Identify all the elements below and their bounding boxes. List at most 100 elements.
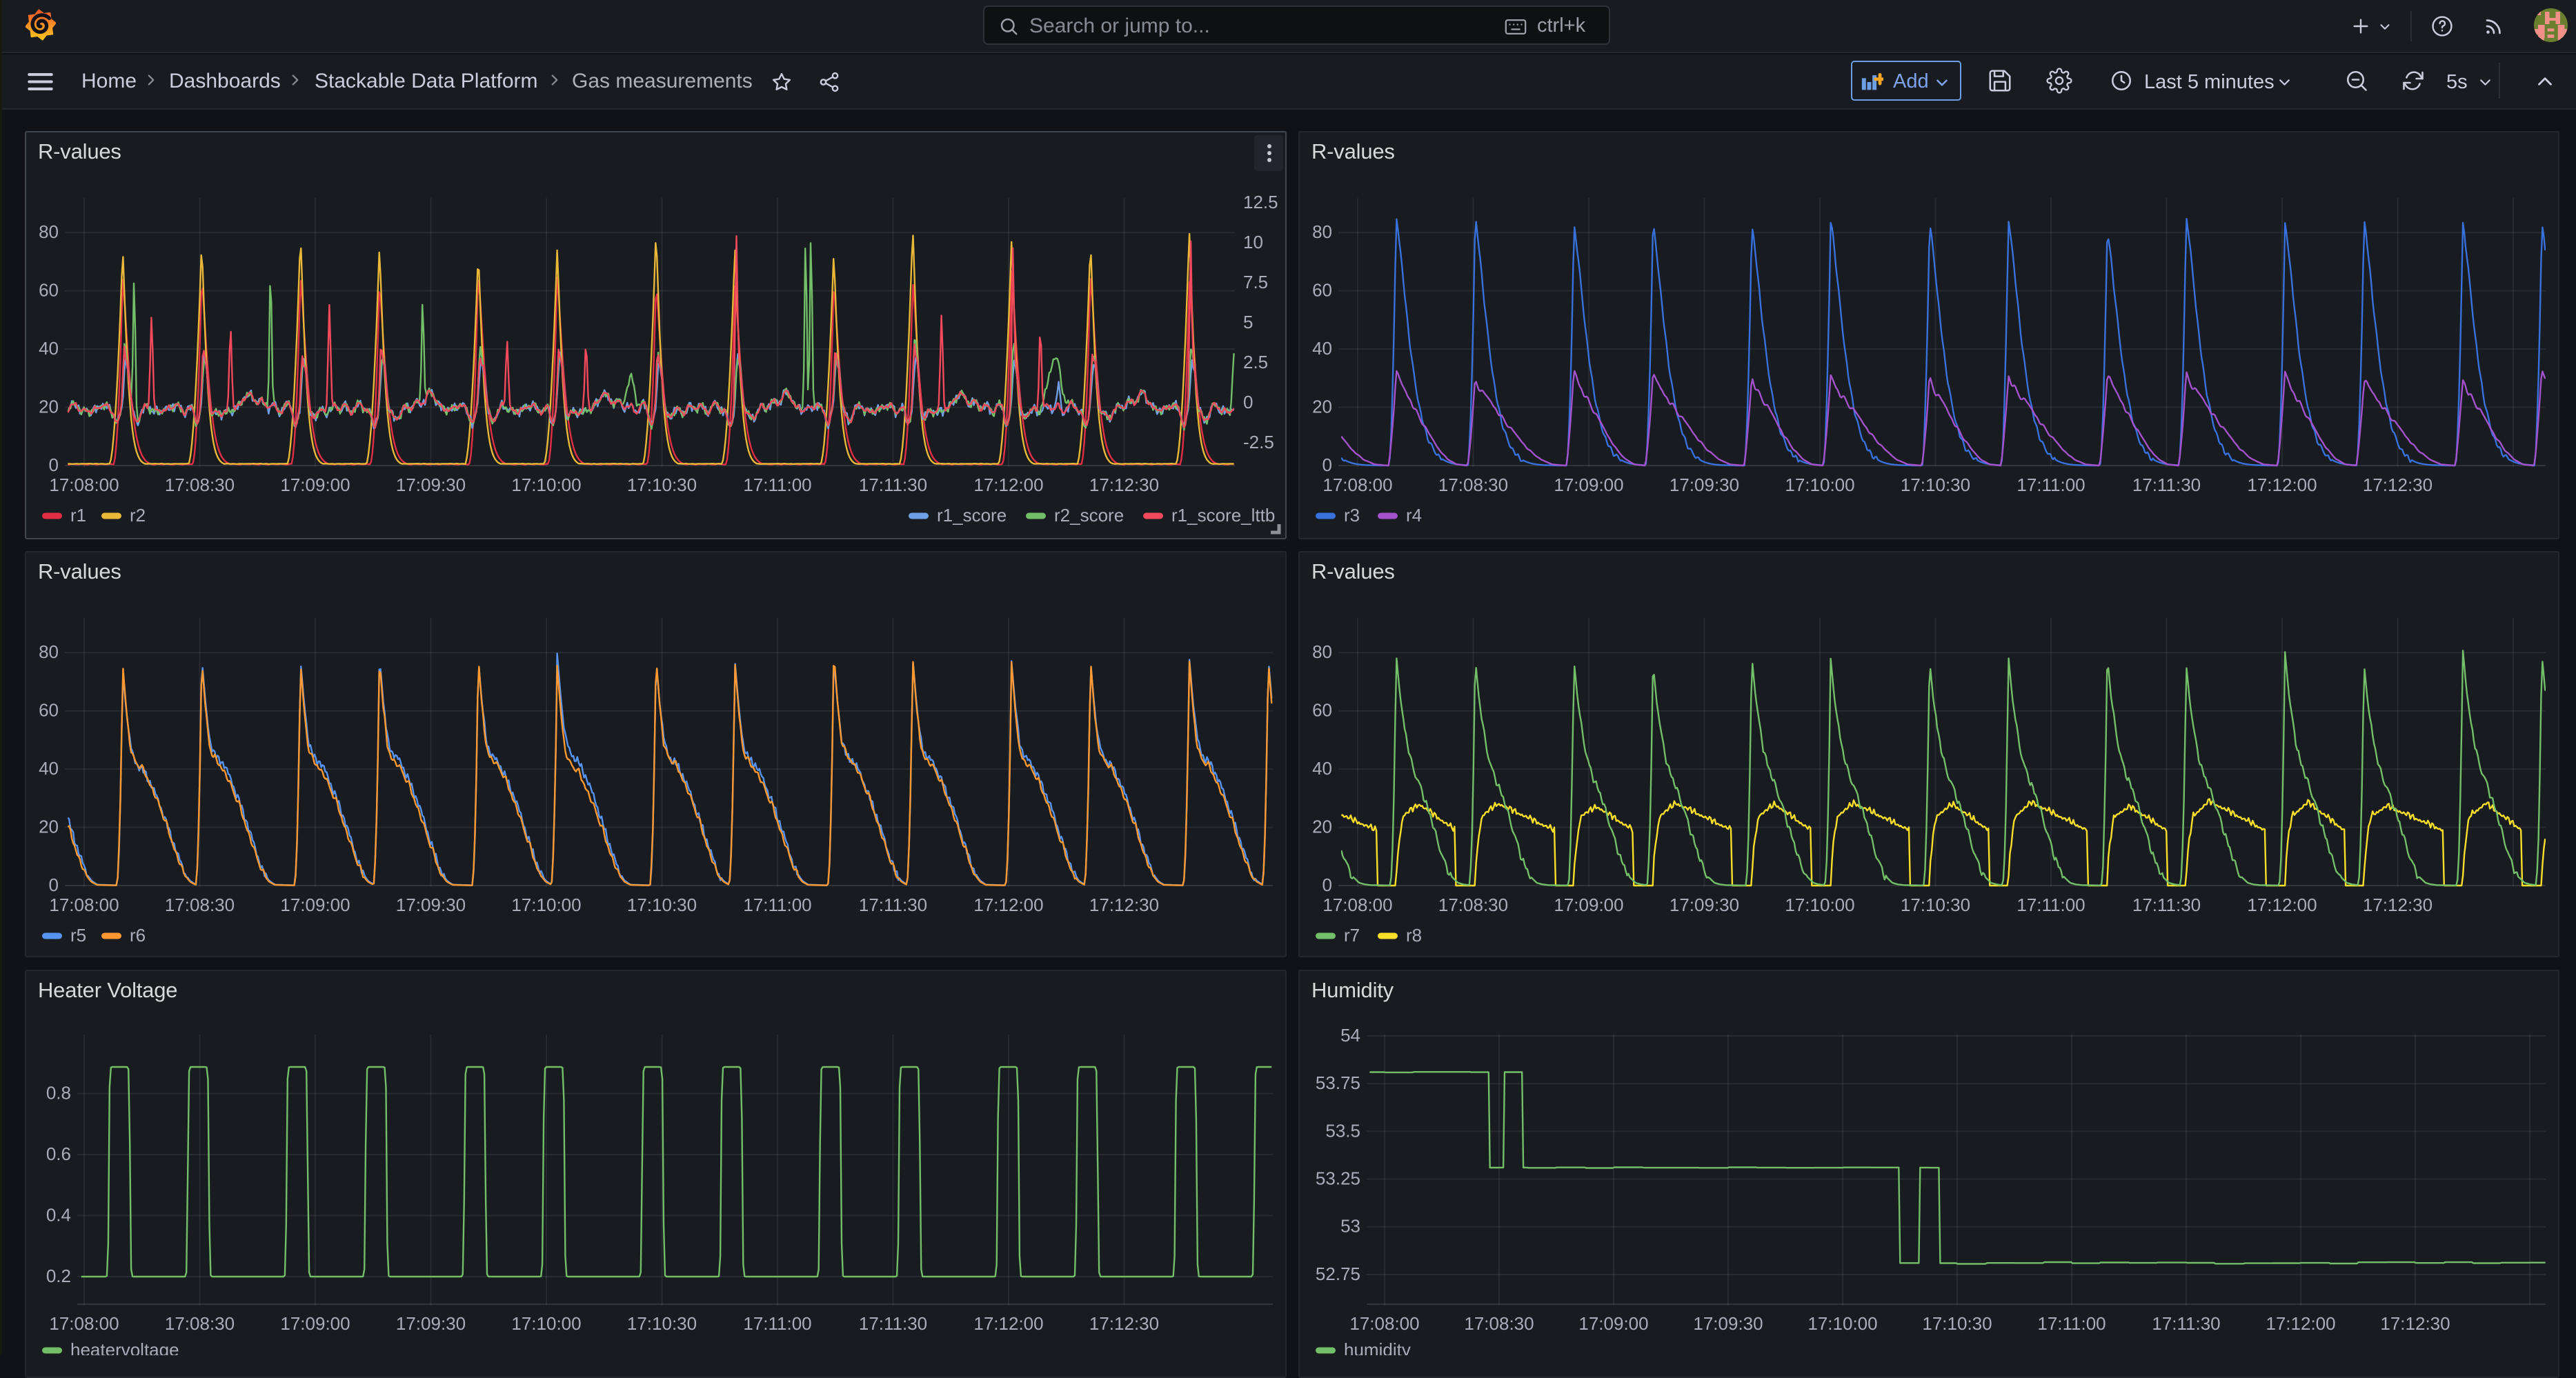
svg-text:17:11:00: 17:11:00 — [743, 895, 811, 915]
svg-text:17:11:00: 17:11:00 — [2017, 475, 2085, 495]
svg-text:r6: r6 — [130, 925, 146, 946]
svg-text:40: 40 — [39, 758, 59, 779]
svg-text:r1_score_lttb: r1_score_lttb — [1171, 505, 1275, 526]
svg-text:17:08:30: 17:08:30 — [1464, 1313, 1534, 1334]
svg-text:60: 60 — [39, 700, 59, 721]
svg-text:2.5: 2.5 — [1243, 352, 1268, 372]
svg-text:17:08:30: 17:08:30 — [1438, 895, 1508, 915]
svg-text:80: 80 — [39, 641, 59, 662]
svg-text:r2_score: r2_score — [1054, 505, 1124, 526]
svg-text:17:11:30: 17:11:30 — [2132, 475, 2201, 495]
svg-text:17:10:30: 17:10:30 — [1901, 475, 1970, 495]
svg-text:52.75: 52.75 — [1316, 1264, 1360, 1284]
svg-text:17:09:00: 17:09:00 — [280, 475, 350, 495]
svg-text:17:11:30: 17:11:30 — [859, 475, 927, 495]
svg-text:80: 80 — [1312, 641, 1332, 662]
svg-text:20: 20 — [39, 816, 59, 837]
svg-text:12.5: 12.5 — [1243, 192, 1278, 212]
svg-text:17:08:00: 17:08:00 — [49, 475, 119, 495]
svg-text:53.25: 53.25 — [1316, 1168, 1360, 1188]
svg-text:0.6: 0.6 — [46, 1144, 71, 1164]
svg-text:17:08:00: 17:08:00 — [1349, 1313, 1419, 1334]
svg-text:0: 0 — [1322, 875, 1332, 895]
svg-text:17:09:00: 17:09:00 — [1554, 475, 1623, 495]
svg-text:17:11:00: 17:11:00 — [743, 1313, 811, 1334]
svg-text:10: 10 — [1243, 232, 1263, 252]
svg-text:r1_score: r1_score — [937, 505, 1007, 526]
svg-text:53.75: 53.75 — [1316, 1072, 1360, 1093]
svg-text:5: 5 — [1243, 312, 1253, 332]
svg-text:r8: r8 — [1406, 925, 1422, 946]
svg-text:17:12:00: 17:12:00 — [973, 1313, 1043, 1334]
svg-text:17:11:30: 17:11:30 — [859, 1313, 927, 1334]
svg-text:20: 20 — [1312, 396, 1332, 417]
svg-text:17:09:30: 17:09:30 — [396, 1313, 466, 1334]
svg-text:17:11:00: 17:11:00 — [743, 475, 811, 495]
svg-text:17:11:30: 17:11:30 — [2152, 1313, 2220, 1334]
svg-text:r5: r5 — [70, 925, 86, 946]
svg-text:r4: r4 — [1406, 505, 1422, 526]
svg-text:0.4: 0.4 — [46, 1204, 71, 1225]
svg-text:17:10:00: 17:10:00 — [1785, 475, 1854, 495]
svg-text:53.5: 53.5 — [1325, 1120, 1360, 1141]
svg-text:17:12:30: 17:12:30 — [2380, 1313, 2450, 1334]
svg-text:17:08:00: 17:08:00 — [49, 1313, 119, 1334]
svg-text:r7: r7 — [1344, 925, 1360, 946]
svg-text:17:12:00: 17:12:00 — [2247, 475, 2317, 495]
svg-text:60: 60 — [1312, 700, 1332, 721]
svg-text:17:12:30: 17:12:30 — [2363, 895, 2433, 915]
svg-text:17:11:30: 17:11:30 — [859, 895, 927, 915]
svg-text:17:11:00: 17:11:00 — [2037, 1313, 2106, 1334]
svg-text:17:08:30: 17:08:30 — [1438, 475, 1508, 495]
svg-text:53: 53 — [1340, 1216, 1360, 1237]
svg-text:17:08:00: 17:08:00 — [1322, 475, 1392, 495]
svg-text:17:10:30: 17:10:30 — [627, 1313, 697, 1334]
svg-text:54: 54 — [1340, 1025, 1360, 1046]
svg-text:17:10:30: 17:10:30 — [627, 895, 697, 915]
svg-text:17:12:00: 17:12:00 — [973, 475, 1043, 495]
svg-text:0: 0 — [1322, 455, 1332, 475]
svg-text:17:10:00: 17:10:00 — [511, 1313, 581, 1334]
svg-text:17:12:30: 17:12:30 — [1089, 1313, 1159, 1334]
svg-text:17:09:30: 17:09:30 — [396, 475, 466, 495]
svg-text:17:08:30: 17:08:30 — [165, 475, 235, 495]
svg-text:17:09:00: 17:09:00 — [1578, 1313, 1648, 1334]
svg-text:r1: r1 — [70, 505, 86, 526]
svg-text:17:09:00: 17:09:00 — [280, 1313, 350, 1334]
svg-text:0.8: 0.8 — [46, 1082, 71, 1103]
svg-text:17:12:30: 17:12:30 — [1089, 895, 1159, 915]
svg-text:60: 60 — [39, 279, 59, 300]
svg-text:40: 40 — [1312, 758, 1332, 779]
svg-text:20: 20 — [39, 396, 59, 417]
svg-text:0: 0 — [49, 875, 59, 895]
svg-text:17:10:00: 17:10:00 — [511, 895, 581, 915]
svg-text:17:12:00: 17:12:00 — [2266, 1313, 2335, 1334]
svg-text:17:10:30: 17:10:30 — [1901, 895, 1970, 915]
svg-text:17:12:00: 17:12:00 — [973, 895, 1043, 915]
svg-text:20: 20 — [1312, 816, 1332, 837]
svg-text:17:11:30: 17:11:30 — [2132, 895, 2201, 915]
svg-text:17:10:30: 17:10:30 — [1922, 1313, 1992, 1334]
svg-text:17:11:00: 17:11:00 — [2017, 895, 2085, 915]
svg-text:17:09:30: 17:09:30 — [1670, 475, 1739, 495]
svg-text:17:09:30: 17:09:30 — [396, 895, 466, 915]
svg-text:80: 80 — [1312, 221, 1332, 242]
svg-text:r3: r3 — [1344, 505, 1360, 526]
svg-text:0: 0 — [1243, 392, 1253, 412]
svg-text:17:12:30: 17:12:30 — [1089, 475, 1159, 495]
svg-text:60: 60 — [1312, 279, 1332, 300]
svg-text:17:12:00: 17:12:00 — [2247, 895, 2317, 915]
svg-text:17:10:00: 17:10:00 — [1785, 895, 1854, 915]
svg-text:17:10:00: 17:10:00 — [511, 475, 581, 495]
svg-text:80: 80 — [39, 221, 59, 242]
svg-text:7.5: 7.5 — [1243, 272, 1268, 292]
svg-text:0.2: 0.2 — [46, 1266, 71, 1286]
svg-text:17:08:00: 17:08:00 — [1322, 895, 1392, 915]
svg-text:0: 0 — [49, 455, 59, 475]
svg-text:17:08:30: 17:08:30 — [165, 1313, 235, 1334]
svg-text:17:12:30: 17:12:30 — [2363, 475, 2433, 495]
svg-text:17:08:30: 17:08:30 — [165, 895, 235, 915]
svg-text:17:10:00: 17:10:00 — [1807, 1313, 1877, 1334]
svg-text:17:09:00: 17:09:00 — [280, 895, 350, 915]
svg-text:17:08:00: 17:08:00 — [49, 895, 119, 915]
